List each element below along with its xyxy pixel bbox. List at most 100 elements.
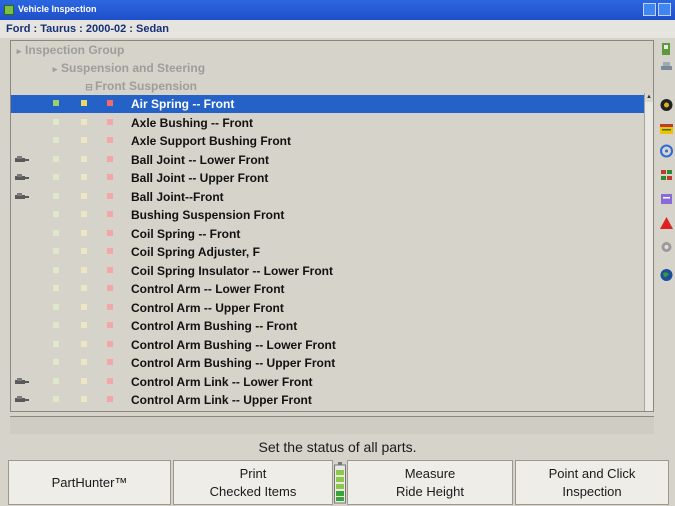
status-required-marker[interactable] bbox=[107, 100, 113, 106]
status-suggested-marker[interactable] bbox=[81, 248, 87, 254]
status-required-marker[interactable] bbox=[107, 285, 113, 291]
list-item[interactable]: Coil Spring Adjuster, F bbox=[11, 243, 645, 261]
settings-icon[interactable] bbox=[659, 240, 674, 254]
status-required-marker[interactable] bbox=[107, 303, 113, 310]
status-inset bbox=[10, 416, 654, 434]
status-required-marker[interactable] bbox=[107, 377, 113, 384]
car-icon bbox=[15, 396, 29, 402]
status-required-marker[interactable] bbox=[107, 211, 113, 217]
tree-subgroup[interactable]: ▸ Suspension and Steering bbox=[49, 59, 205, 77]
toolbar-sidebar bbox=[658, 40, 675, 290]
status-suggested-marker[interactable] bbox=[81, 174, 87, 180]
status-good-marker[interactable] bbox=[53, 137, 59, 143]
status-required-marker[interactable] bbox=[107, 266, 113, 273]
status-good-marker[interactable] bbox=[53, 100, 59, 106]
globe-icon[interactable] bbox=[659, 268, 674, 282]
status-required-marker[interactable] bbox=[107, 137, 113, 143]
list-item-label: Coil Spring Adjuster, F bbox=[131, 245, 260, 259]
list-item-label: Control Arm Link -- Upper Front bbox=[131, 393, 312, 407]
status-good-marker[interactable] bbox=[53, 192, 59, 199]
target-icon[interactable] bbox=[659, 144, 674, 158]
status-suggested-marker[interactable] bbox=[81, 100, 87, 106]
status-good-marker[interactable] bbox=[53, 211, 59, 217]
status-suggested-marker[interactable] bbox=[81, 211, 87, 217]
list-item[interactable]: Ball Joint -- Upper Front bbox=[11, 169, 645, 187]
status-required-marker[interactable] bbox=[107, 192, 113, 199]
scrollbar[interactable]: ▲ ▼ bbox=[644, 93, 653, 411]
parthunter-button[interactable]: PartHunter™ bbox=[8, 460, 171, 505]
status-good-marker[interactable] bbox=[53, 285, 59, 291]
status-suggested-marker[interactable] bbox=[81, 155, 87, 162]
list-item[interactable]: Axle Bushing -- Front bbox=[11, 114, 645, 132]
status-suggested-marker[interactable] bbox=[81, 285, 87, 291]
status-suggested-marker[interactable] bbox=[81, 359, 87, 365]
list-item[interactable]: Axle Support Bushing Front bbox=[11, 132, 645, 150]
status-suggested-marker[interactable] bbox=[81, 266, 87, 273]
status-good-marker[interactable] bbox=[53, 118, 59, 125]
list-item[interactable]: Control Arm Link -- Upper Front bbox=[11, 391, 645, 409]
status-required-marker[interactable] bbox=[107, 322, 113, 328]
list-item[interactable]: Ball Joint -- Lower Front bbox=[11, 151, 645, 169]
tire-icon[interactable] bbox=[659, 98, 674, 112]
list-item[interactable]: Control Arm Bushing -- Upper Front bbox=[11, 354, 645, 372]
status-good-marker[interactable] bbox=[53, 322, 59, 328]
status-good-marker[interactable] bbox=[53, 377, 59, 384]
scroll-up-arrow-icon[interactable]: ▲ bbox=[645, 93, 653, 102]
tree-category-label: Front Suspension bbox=[95, 79, 197, 93]
status-suggested-marker[interactable] bbox=[81, 118, 87, 125]
status-suggested-marker[interactable] bbox=[81, 396, 87, 402]
list-item[interactable]: Control Arm Link -- Lower Front bbox=[11, 373, 645, 391]
list-item[interactable]: Coil Spring -- Front bbox=[11, 225, 645, 243]
note-icon[interactable] bbox=[659, 192, 674, 206]
status-good-marker[interactable] bbox=[53, 229, 59, 236]
tree-group[interactable]: ▸ Inspection Group bbox=[13, 41, 125, 59]
print-checked-items-button[interactable]: Print Checked Items bbox=[173, 460, 333, 505]
car-icon bbox=[15, 174, 29, 180]
car-lift-icon[interactable] bbox=[659, 60, 674, 74]
status-required-marker[interactable] bbox=[107, 155, 113, 162]
status-suggested-marker[interactable] bbox=[81, 229, 87, 236]
status-required-marker[interactable] bbox=[107, 174, 113, 180]
status-good-marker[interactable] bbox=[53, 396, 59, 402]
flag-icon[interactable] bbox=[659, 168, 674, 182]
status-good-marker[interactable] bbox=[53, 155, 59, 162]
list-item[interactable]: Control Arm Bushing -- Lower Front bbox=[11, 336, 645, 354]
status-required-marker[interactable] bbox=[107, 229, 113, 236]
list-item[interactable]: Ball Joint--Front bbox=[11, 188, 645, 206]
status-suggested-marker[interactable] bbox=[81, 192, 87, 199]
warning-icon[interactable] bbox=[659, 216, 674, 230]
status-required-marker[interactable] bbox=[107, 359, 113, 365]
tree-category[interactable]: ⊟ Front Suspension bbox=[83, 77, 197, 95]
status-good-marker[interactable] bbox=[53, 266, 59, 273]
status-suggested-marker[interactable] bbox=[81, 137, 87, 143]
list-item[interactable]: Bushing Suspension Front bbox=[11, 206, 645, 224]
status-suggested-marker[interactable] bbox=[81, 322, 87, 328]
status-good-marker[interactable] bbox=[53, 340, 59, 347]
list-item[interactable]: Control Arm -- Lower Front bbox=[11, 280, 645, 298]
status-suggested-marker[interactable] bbox=[81, 340, 87, 347]
status-required-marker[interactable] bbox=[107, 118, 113, 125]
parthunter-label: PartHunter™ bbox=[51, 475, 128, 490]
list-item-label: Control Arm -- Upper Front bbox=[131, 300, 284, 315]
minimize-button[interactable] bbox=[643, 3, 656, 16]
list-item[interactable]: Air Spring -- Front bbox=[11, 95, 645, 113]
status-suggested-marker[interactable] bbox=[81, 303, 87, 310]
maximize-button[interactable] bbox=[658, 3, 671, 16]
status-good-marker[interactable] bbox=[53, 303, 59, 310]
status-suggested-marker[interactable] bbox=[81, 377, 87, 384]
status-good-marker[interactable] bbox=[53, 174, 59, 180]
list-item[interactable]: Control Arm -- Upper Front bbox=[11, 299, 645, 317]
list-item[interactable]: Control Arm Bushing -- Front bbox=[11, 317, 645, 335]
wrench-icon[interactable] bbox=[659, 42, 674, 56]
status-required-marker[interactable] bbox=[107, 340, 113, 347]
measure-label-line2: Ride Height bbox=[396, 483, 464, 499]
measure-ride-height-button[interactable]: Measure Ride Height bbox=[347, 460, 513, 505]
status-required-marker[interactable] bbox=[107, 248, 113, 254]
status-good-marker[interactable] bbox=[53, 359, 59, 365]
report-icon[interactable] bbox=[659, 122, 674, 136]
status-good-marker[interactable] bbox=[53, 248, 59, 254]
tree-group-label: Inspection Group bbox=[25, 43, 125, 57]
point-and-click-inspection-button[interactable]: Point and Click Inspection bbox=[515, 460, 669, 505]
list-item[interactable]: Coil Spring Insulator -- Lower Front bbox=[11, 262, 645, 280]
status-required-marker[interactable] bbox=[107, 396, 113, 402]
